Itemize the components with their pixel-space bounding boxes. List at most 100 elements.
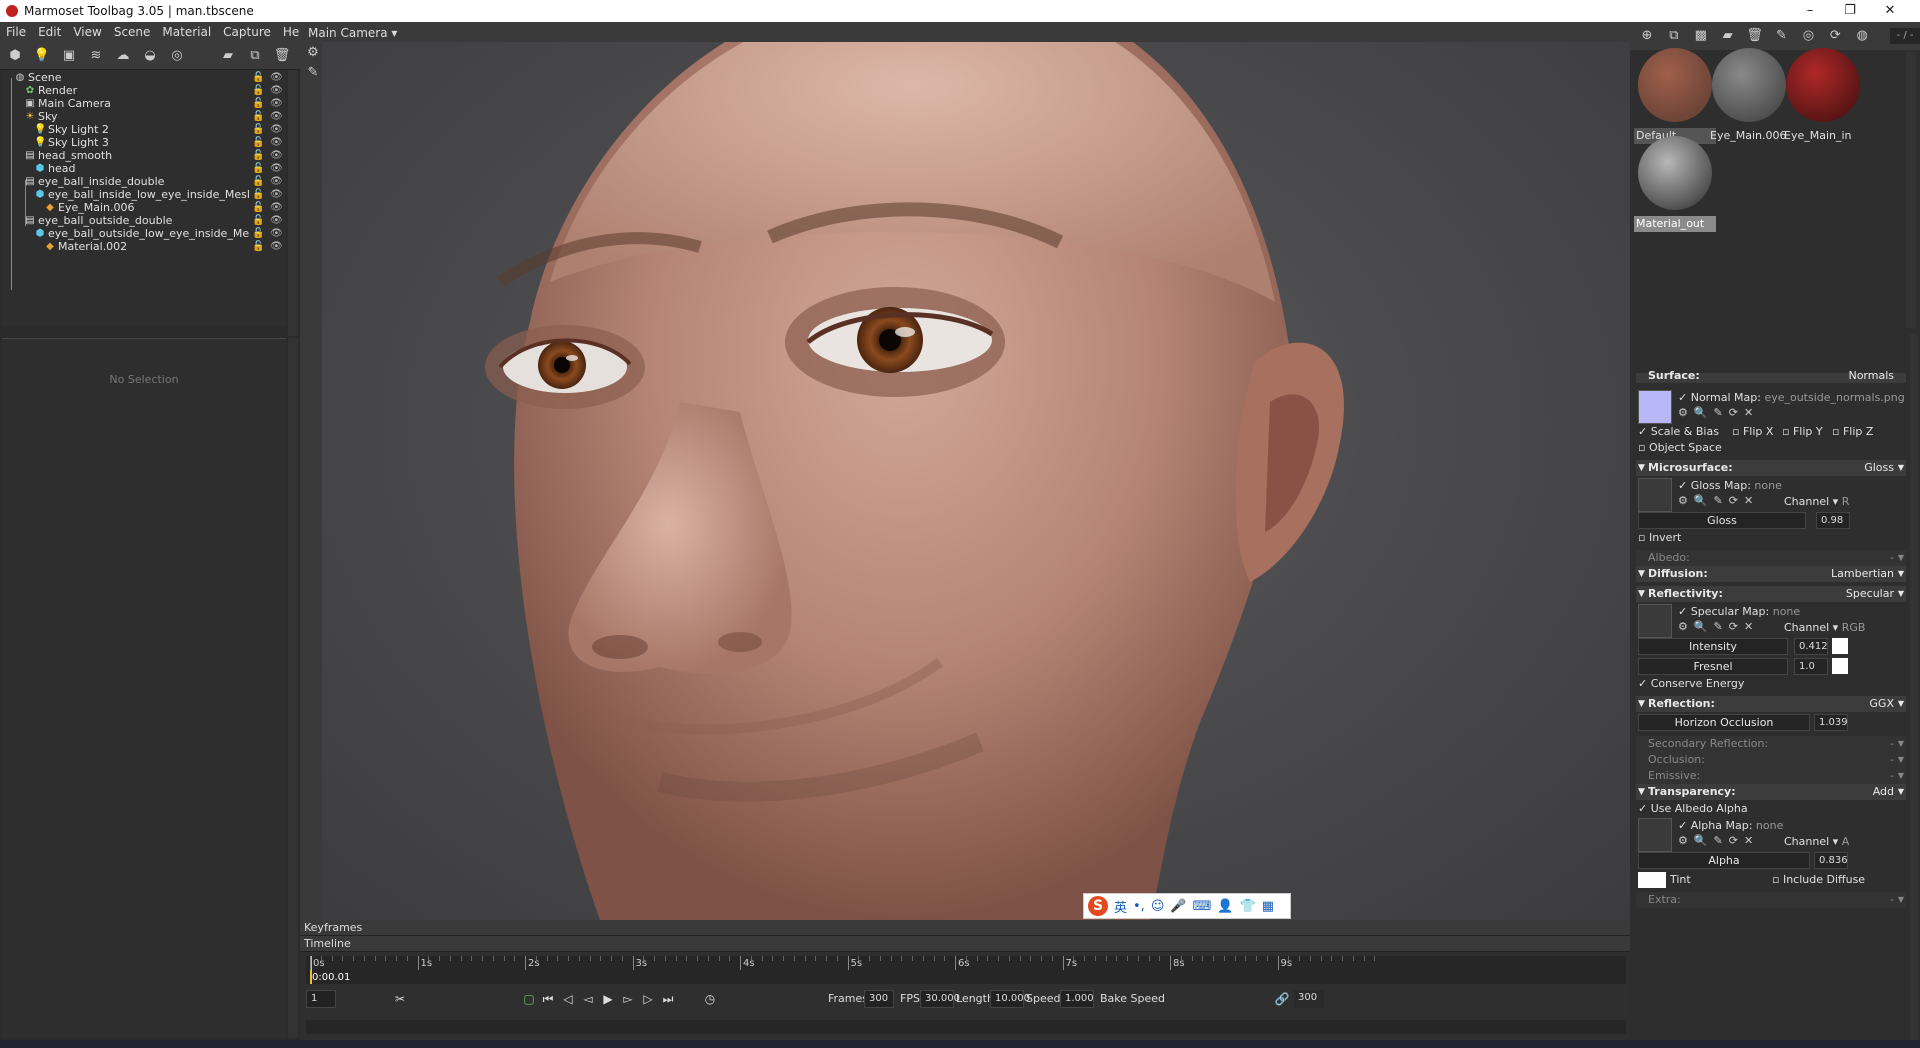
folder-icon[interactable]: ▰ bbox=[1719, 27, 1737, 45]
add-light-icon[interactable]: 💡 bbox=[33, 47, 51, 65]
bake-speed-button[interactable]: Bake Speed bbox=[1100, 992, 1165, 1005]
ime-language[interactable]: 英 bbox=[1114, 897, 1127, 916]
alpha-map-value[interactable]: none bbox=[1756, 819, 1783, 832]
alpha-value[interactable]: 0.836 bbox=[1814, 852, 1848, 869]
frames-field[interactable]: 300 bbox=[864, 990, 894, 1008]
timeline-header[interactable]: Timeline bbox=[300, 936, 1630, 952]
frame-field[interactable]: 1 bbox=[306, 990, 336, 1008]
maximize-button[interactable]: ❐ bbox=[1830, 0, 1870, 22]
visibility-eye-icon[interactable]: 👁 bbox=[270, 241, 283, 253]
link-icon[interactable]: 🔗 bbox=[1274, 991, 1290, 1007]
fresnel-slider[interactable]: Fresnel bbox=[1638, 658, 1788, 675]
reflection-section[interactable]: ▼ Reflection: GGX ▼ bbox=[1636, 696, 1906, 712]
alpha-slider[interactable]: Alpha bbox=[1638, 852, 1810, 869]
properties-scrollbar[interactable] bbox=[288, 338, 298, 1038]
add-material-icon[interactable]: ⊕ bbox=[1638, 27, 1656, 45]
gloss-channel-select[interactable]: Channel ▾ R bbox=[1784, 494, 1904, 510]
normal-map-value[interactable]: eye_outside_normals.png bbox=[1764, 391, 1904, 404]
occlusion-section[interactable]: Occlusion: - ▼ bbox=[1636, 752, 1906, 768]
add-fog-icon[interactable]: ≋ bbox=[87, 47, 105, 65]
brush-icon[interactable]: ✎ bbox=[304, 64, 322, 82]
scissors-icon[interactable]: ✂ bbox=[392, 991, 408, 1007]
checker-icon[interactable]: ▩ bbox=[1692, 27, 1710, 45]
add-camera-icon[interactable]: ▣ bbox=[60, 47, 78, 65]
menu-material[interactable]: Material bbox=[162, 25, 211, 39]
ime-mic-icon[interactable]: 🎤 bbox=[1170, 899, 1186, 914]
keyframes-header[interactable]: Keyframes bbox=[300, 920, 1630, 936]
ime-user-icon[interactable]: 👤 bbox=[1217, 899, 1233, 914]
horizon-occlusion-value[interactable]: 1.039 bbox=[1814, 714, 1848, 731]
prev-key-icon[interactable]: ◁ bbox=[560, 991, 576, 1007]
timeline-scrubber[interactable] bbox=[306, 1020, 1626, 1034]
menu-scene[interactable]: Scene bbox=[114, 25, 151, 39]
albedo-section[interactable]: Albedo: - ▼ bbox=[1636, 550, 1906, 566]
delete-icon[interactable]: 🗑 bbox=[273, 47, 291, 65]
emissive-section[interactable]: Emissive: - ▼ bbox=[1636, 768, 1906, 784]
duplicate-material-icon[interactable]: ⧉ bbox=[1665, 27, 1683, 45]
conserve-energy-checkbox[interactable]: ✓ Conserve Energy bbox=[1638, 676, 1778, 692]
material-thumbnail[interactable]: Eye_Main_in bbox=[1782, 46, 1864, 148]
diffusion-section[interactable]: ▼ Diffusion: Lambertian ▼ bbox=[1636, 566, 1906, 582]
duplicate-icon[interactable]: ⧉ bbox=[246, 47, 264, 65]
specular-map-swatch[interactable] bbox=[1638, 604, 1672, 638]
ime-keyboard-icon[interactable]: ⌨ bbox=[1193, 899, 1212, 914]
skip-end-icon[interactable]: ⏭ bbox=[660, 991, 676, 1007]
compass-icon[interactable]: ◍ bbox=[1853, 27, 1871, 45]
timeline-ruler[interactable]: 0:00.01 0s 1s 2s 3s 4s 5s 6s 7s 8s 9s bbox=[306, 956, 1626, 984]
sogou-logo-icon[interactable]: S bbox=[1088, 896, 1108, 916]
ime-skin-icon[interactable]: 👕 bbox=[1240, 899, 1256, 914]
transparency-section[interactable]: ▼ Transparency: Add ▼ bbox=[1636, 784, 1906, 800]
render-preview-icon[interactable]: ◎ bbox=[1799, 27, 1817, 45]
material-thumbnail[interactable]: Material_out bbox=[1634, 134, 1716, 236]
scene-tree-item[interactable]: ◆ Material.002 🔓 👁 bbox=[2, 239, 286, 255]
minimize-button[interactable]: – bbox=[1790, 0, 1830, 22]
refresh-icon[interactable]: ⟳ bbox=[1826, 27, 1844, 45]
specular-map-value[interactable]: none bbox=[1773, 605, 1800, 618]
length-field[interactable]: 10.000 bbox=[990, 990, 1030, 1008]
delete-material-icon[interactable]: 🗑 bbox=[1746, 27, 1764, 45]
camera-selector[interactable]: Main Camera ▾ bbox=[308, 26, 397, 40]
scale-bias-checkbox[interactable]: Scale & Bias bbox=[1651, 425, 1719, 438]
gloss-map-value[interactable]: none bbox=[1754, 479, 1781, 492]
add-object-icon[interactable]: ⬢ bbox=[6, 47, 24, 65]
menu-edit[interactable]: Edit bbox=[38, 25, 61, 39]
flip-y-checkbox[interactable]: ▫ Flip Y bbox=[1782, 424, 1832, 440]
alpha-channel-select[interactable]: Channel ▾ A bbox=[1784, 834, 1904, 850]
flip-x-checkbox[interactable]: ▫ Flip X bbox=[1732, 424, 1782, 440]
gear-icon[interactable]: ⚙ bbox=[304, 44, 322, 62]
paint-icon[interactable]: ✎ bbox=[1773, 27, 1791, 45]
page-indicator[interactable]: - / - bbox=[1890, 28, 1920, 44]
tint-color-swatch[interactable] bbox=[1638, 872, 1666, 888]
use-albedo-alpha-checkbox[interactable]: ✓ Use Albedo Alpha bbox=[1638, 801, 1778, 817]
material-library-scrollbar[interactable] bbox=[1906, 52, 1916, 328]
menu-capture[interactable]: Capture bbox=[223, 25, 271, 39]
gloss-slider[interactable]: Gloss bbox=[1638, 512, 1806, 529]
gloss-value[interactable]: 0.98 bbox=[1816, 512, 1850, 529]
specular-channel-select[interactable]: Channel ▾ RGB bbox=[1784, 620, 1904, 636]
gloss-map-swatch[interactable] bbox=[1638, 478, 1672, 512]
specular-color-swatch[interactable] bbox=[1832, 638, 1848, 654]
microsurface-section[interactable]: ▼ Microsurface: Gloss ▼ bbox=[1636, 460, 1906, 476]
extra-section[interactable]: Extra: - ▼ bbox=[1636, 892, 1906, 908]
lock-icon[interactable]: 🔓 bbox=[252, 241, 264, 253]
secondary-reflection-section[interactable]: Secondary Reflection: - ▼ bbox=[1636, 736, 1906, 752]
include-diffuse-checkbox[interactable]: ▫ Include Diffuse bbox=[1772, 872, 1906, 888]
flip-z-checkbox[interactable]: ▫ Flip Z bbox=[1832, 424, 1892, 440]
surface-section[interactable]: Surface: Normals bbox=[1636, 369, 1906, 383]
alpha-map-tools[interactable]: ⚙🔍✎⟳✕ bbox=[1678, 834, 1759, 847]
material-thumbnail[interactable]: Default bbox=[1634, 46, 1716, 148]
next-key-icon[interactable]: ▷ bbox=[640, 991, 656, 1007]
intensity-value[interactable]: 0.412 bbox=[1794, 638, 1828, 655]
fresnel-color-swatch[interactable] bbox=[1832, 658, 1848, 674]
speed-field[interactable]: 1.000 bbox=[1060, 990, 1094, 1008]
properties-scrollbar-right[interactable] bbox=[1910, 334, 1918, 1048]
skip-start-icon[interactable]: ⏮ bbox=[540, 991, 556, 1007]
reflectivity-section[interactable]: ▼ Reflectivity: Specular ▼ bbox=[1636, 586, 1906, 602]
close-button[interactable]: ✕ bbox=[1870, 0, 1910, 22]
object-space-checkbox[interactable]: ▫ Object Space bbox=[1638, 440, 1758, 456]
play-icon[interactable]: ▶ bbox=[600, 991, 616, 1007]
alpha-map-swatch[interactable] bbox=[1638, 818, 1672, 852]
ime-grid-icon[interactable]: ▦ bbox=[1262, 899, 1274, 914]
add-turntable-icon[interactable]: ◒ bbox=[141, 47, 159, 65]
add-render-icon[interactable]: ◎ bbox=[168, 47, 186, 65]
